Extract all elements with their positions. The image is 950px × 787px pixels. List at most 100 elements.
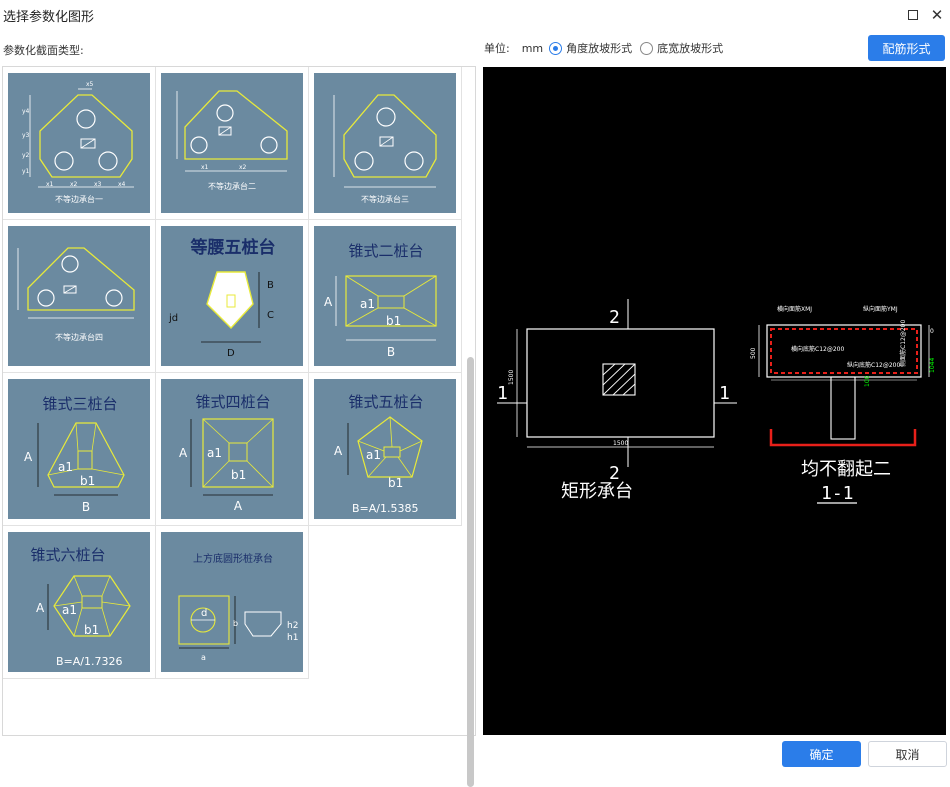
radio-angle-slope[interactable] bbox=[549, 41, 563, 55]
label-A-6: A bbox=[324, 295, 333, 309]
label-a: a bbox=[201, 653, 206, 662]
preview-shape-name: 矩形承台 bbox=[561, 481, 633, 502]
shape-thumb-square-round-pile[interactable]: 上方底圆形桩承台 d b a h2 h1 bbox=[161, 532, 303, 672]
section-dim-right: 1044 bbox=[929, 358, 936, 373]
preview-canvas: 2 2 1 1 1500 1500 矩形承台 500 1044 0 横向面筋XM… bbox=[497, 299, 936, 504]
label-a1-8: a1 bbox=[207, 446, 222, 460]
shape-thumb-cone-6pile[interactable]: 锥式六桩台 A a1 b1 B=A/1.7326 bbox=[8, 532, 150, 672]
shape-cell-11[interactable]: 上方底圆形桩承台 d b a h2 h1 bbox=[156, 526, 309, 679]
maximize-button[interactable] bbox=[902, 4, 924, 26]
radio-base-width-slope-label[interactable]: 底宽放坡形式 bbox=[657, 40, 723, 56]
shape-cell-9[interactable]: 锥式五桩台 A a1 b1 B=A/1.5385 bbox=[309, 373, 462, 526]
preview-panel: 2 2 1 1 1500 1500 矩形承台 500 1044 0 横向面筋XM… bbox=[483, 67, 946, 735]
label-h1: h1 bbox=[287, 633, 298, 643]
unit-label: 单位: bbox=[484, 42, 510, 55]
rebar-side: 侧面筋C12@200 bbox=[899, 320, 907, 367]
label-A-9: A bbox=[334, 444, 343, 458]
shape-thumb-isosceles-5pile[interactable]: 等腰五桩台 B C D jd bbox=[161, 226, 303, 366]
section-side-tag: 100 bbox=[864, 375, 871, 387]
shape-label-7: 锥式三桩台 bbox=[42, 395, 117, 413]
label-d: d bbox=[201, 608, 207, 619]
isosceles-5pile-diagram: 等腰五桩台 B C D jd bbox=[168, 237, 276, 359]
label-C: C bbox=[267, 310, 274, 321]
close-button[interactable]: ✕ bbox=[926, 4, 948, 26]
shape-grid-panel: x5 x1 x2 x3 x4 y4 y3 y2 y1 不等边承台一 x1 x2 … bbox=[2, 66, 476, 787]
square-round-pile-diagram: 上方底圆形桩承台 d b a h2 h1 bbox=[178, 552, 298, 662]
shape-thumb-unequal-3[interactable]: 不等边承台三 bbox=[314, 73, 456, 213]
rebar-bottom-y: 纵向底筋C12@200 bbox=[847, 361, 900, 369]
label-A2-8: A bbox=[234, 499, 243, 513]
section-id: 1-1 bbox=[821, 483, 854, 504]
shape-cell-1[interactable]: x5 x1 x2 x3 x4 y4 y3 y2 y1 不等边承台一 bbox=[3, 67, 156, 220]
label-A-10: A bbox=[36, 601, 45, 615]
label-h2: h2 bbox=[287, 621, 298, 631]
close-icon: ✕ bbox=[930, 6, 944, 24]
x3-label: x3 bbox=[94, 181, 102, 188]
ok-button[interactable]: 确定 bbox=[782, 741, 861, 767]
cone-2pile-diagram: 锥式二桩台 A a1 b1 B bbox=[324, 242, 437, 359]
shape-label-10: 锥式六桩台 bbox=[30, 546, 105, 564]
label-b1-9: b1 bbox=[388, 476, 403, 490]
label-b1-6: b1 bbox=[386, 314, 401, 328]
section-right-tag: 0 bbox=[930, 328, 934, 335]
shape-cell-3[interactable]: 不等边承台三 bbox=[309, 67, 462, 220]
section-mark-top: 2 bbox=[609, 307, 620, 328]
cone-3pile-diagram: 锥式三桩台 A a1 b1 B bbox=[24, 395, 125, 514]
unit-row: 单位: mm 角度放坡形式 底宽放坡形式 bbox=[484, 40, 723, 56]
shape-thumb-unequal-4[interactable]: 不等边承台四 bbox=[8, 226, 150, 366]
shape-thumb-cone-2pile[interactable]: 锥式二桩台 A a1 b1 B bbox=[314, 226, 456, 366]
shape-cell-10[interactable]: 锥式六桩台 A a1 b1 B=A/1.7326 bbox=[3, 526, 156, 679]
x5-label: x5 bbox=[86, 81, 94, 88]
shape-thumb-cone-4pile[interactable]: 锥式四桩台 A a1 b1 A bbox=[161, 379, 303, 519]
label-a1-10: a1 bbox=[62, 603, 77, 617]
note-B-ratio-5: B=A/1.5385 bbox=[352, 502, 418, 515]
shape-label-1: 不等边承台一 bbox=[55, 194, 103, 204]
x4-label: x4 bbox=[118, 181, 126, 188]
section-mark-left: 1 bbox=[497, 383, 508, 404]
shape-thumb-unequal-2[interactable]: x1 x2 不等边承台二 bbox=[161, 73, 303, 213]
label-a1-9: a1 bbox=[366, 448, 381, 462]
label-a1-6: a1 bbox=[360, 297, 375, 311]
rebar-top-y: 纵向面筋YMJ bbox=[863, 305, 898, 313]
rebar-top-x: 横向面筋XMJ bbox=[777, 305, 812, 313]
x1-label: x1 bbox=[46, 181, 54, 188]
x1-label-2: x1 bbox=[201, 164, 209, 171]
label-A-7: A bbox=[24, 450, 33, 464]
plan-dim-width: 1500 bbox=[613, 440, 628, 447]
rebar-form-button[interactable]: 配筋形式 bbox=[868, 35, 945, 61]
shape-label-6: 锥式二桩台 bbox=[348, 242, 423, 260]
section-title: 均不翻起二 bbox=[801, 459, 891, 480]
unequal-cap-4-diagram: 不等边承台四 bbox=[17, 247, 135, 342]
shape-cell-5[interactable]: 等腰五桩台 B C D jd bbox=[156, 220, 309, 373]
shape-thumb-cone-3pile[interactable]: 锥式三桩台 A a1 b1 B bbox=[8, 379, 150, 519]
label-D: D bbox=[227, 348, 235, 359]
shape-cell-4[interactable]: 不等边承台四 bbox=[3, 220, 156, 373]
shape-label-8: 锥式四桩台 bbox=[195, 393, 270, 411]
note-B-ratio-6: B=A/1.7326 bbox=[56, 655, 122, 668]
maximize-icon bbox=[908, 10, 918, 20]
radio-base-width-slope[interactable] bbox=[640, 41, 654, 55]
cone-5pile-diagram: 锥式五桩台 A a1 b1 B=A/1.5385 bbox=[334, 393, 424, 515]
section-type-label: 参数化截面类型: bbox=[3, 44, 84, 57]
shape-label-5: 等腰五桩台 bbox=[191, 237, 276, 258]
shape-cell-2[interactable]: x1 x2 不等边承台二 bbox=[156, 67, 309, 220]
shape-cell-8[interactable]: 锥式四桩台 A a1 b1 A bbox=[156, 373, 309, 526]
radio-angle-slope-label[interactable]: 角度放坡形式 bbox=[566, 40, 632, 56]
unequal-cap-3-diagram: 不等边承台三 bbox=[333, 94, 437, 204]
shape-cell-7[interactable]: 锥式三桩台 A a1 b1 B bbox=[3, 373, 156, 526]
title-bar: 选择参数化图形 ✕ bbox=[0, 0, 950, 30]
shape-grid-scrollbar[interactable] bbox=[467, 357, 474, 787]
shape-thumb-cone-5pile[interactable]: 锥式五桩台 A a1 b1 B=A/1.5385 bbox=[314, 379, 456, 519]
label-b1-10: b1 bbox=[84, 623, 99, 637]
cone-6pile-diagram: 锥式六桩台 A a1 b1 B=A/1.7326 bbox=[30, 546, 131, 668]
cancel-button[interactable]: 取消 bbox=[868, 741, 947, 767]
shape-label-4: 不等边承台四 bbox=[55, 332, 103, 342]
shape-label-3: 不等边承台三 bbox=[361, 194, 409, 204]
shape-thumb-unequal-1[interactable]: x5 x1 x2 x3 x4 y4 y3 y2 y1 不等边承台一 bbox=[8, 73, 150, 213]
y3-label: y3 bbox=[22, 132, 30, 139]
shape-cell-6[interactable]: 锥式二桩台 A a1 b1 B bbox=[309, 220, 462, 373]
label-b1-7: b1 bbox=[80, 474, 95, 488]
label-B: B bbox=[267, 280, 274, 291]
x2-label: x2 bbox=[70, 181, 78, 188]
unit-value: mm bbox=[521, 41, 544, 55]
